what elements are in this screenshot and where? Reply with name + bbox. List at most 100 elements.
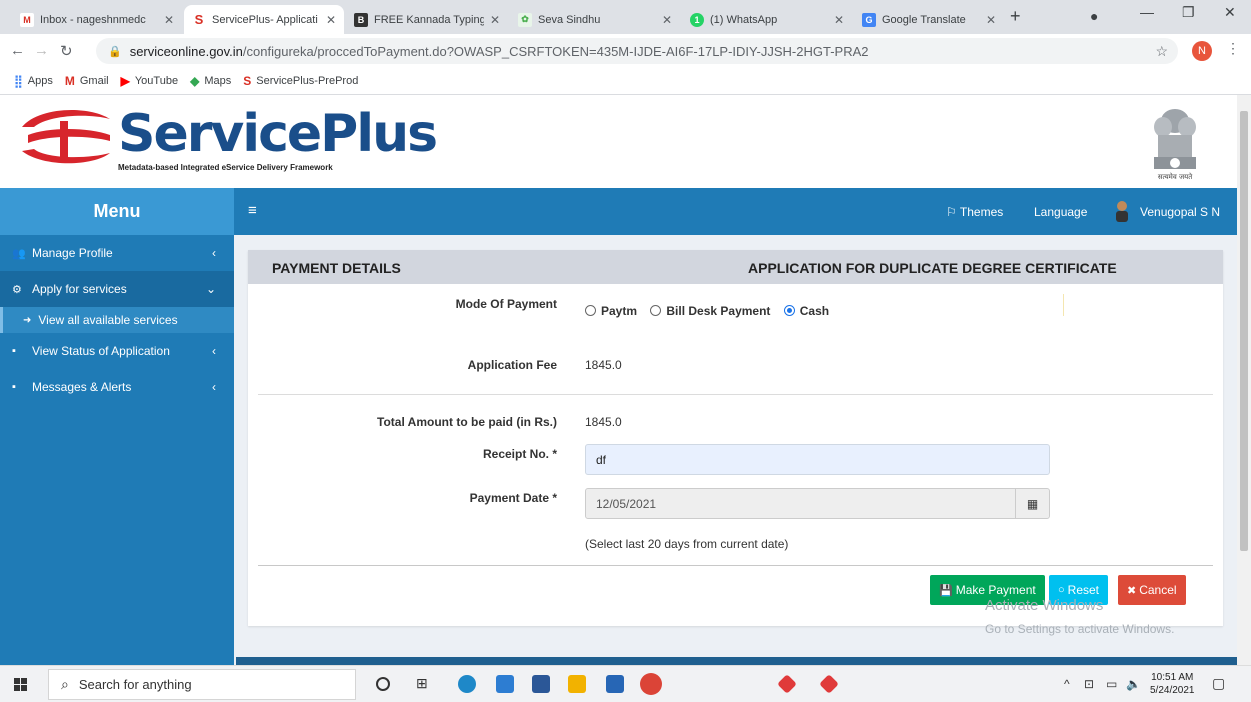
- tab-google-translate[interactable]: G Google Translate ✕: [854, 5, 1004, 34]
- battery-icon[interactable]: ▭: [1106, 677, 1117, 691]
- sidebar-item-view-all-services[interactable]: ➜ View all available services: [0, 307, 234, 333]
- hamburger-menu-icon[interactable]: ≡: [248, 202, 257, 219]
- volume-icon[interactable]: 🔈: [1126, 677, 1141, 691]
- bill-desk-radio[interactable]: [650, 305, 662, 317]
- gmail-icon: M: [64, 74, 75, 88]
- user-menu[interactable]: Venugopal S N: [1140, 205, 1220, 219]
- browser-toolbar: ← → ↻ 🔒 serviceonline.gov.in/configureka…: [0, 34, 1251, 68]
- payment-date-input[interactable]: 12/05/2021 ▦: [585, 488, 1050, 519]
- forward-arrow-icon[interactable]: →: [34, 42, 49, 59]
- task-view-icon[interactable]: ⊞: [416, 675, 428, 692]
- receipt-no-input[interactable]: df: [585, 444, 1050, 475]
- cortana-icon[interactable]: [376, 677, 390, 691]
- bookmark-maps[interactable]: ◆ Maps: [190, 74, 231, 88]
- application-fee-value: 1845.0: [585, 358, 622, 372]
- calendar-icon[interactable]: ▦: [1015, 489, 1049, 518]
- mode-of-payment-options: Paytm Bill Desk Payment Cash: [585, 303, 839, 318]
- lock-icon: 🔒: [108, 45, 122, 58]
- close-tab-icon[interactable]: ✕: [834, 13, 844, 27]
- taskbar-search-box[interactable]: ⌕ Search for anything: [48, 669, 356, 700]
- address-bar[interactable]: 🔒 serviceonline.gov.in/configureka/procc…: [96, 38, 1178, 64]
- receipt-no-label: Receipt No. *: [482, 447, 557, 461]
- windows-taskbar: ⌕ Search for anything ⊞ ^ ⊡ ▭ 🔈 10:51 AM…: [0, 665, 1251, 702]
- tab-inbox[interactable]: M Inbox - nageshnmedc ✕: [12, 5, 182, 34]
- close-tab-icon[interactable]: ✕: [662, 13, 672, 27]
- bill-desk-label: Bill Desk Payment: [666, 303, 771, 318]
- gears-icon: ⚙: [12, 283, 22, 296]
- edge-icon[interactable]: [458, 675, 476, 693]
- windows-start-icon[interactable]: [14, 678, 28, 692]
- system-clock[interactable]: 10:51 AM 5/24/2021: [1150, 671, 1195, 697]
- bookmark-gmail[interactable]: M Gmail: [65, 74, 109, 88]
- sidebar-item-view-status[interactable]: ▪ View Status of Application ‹: [0, 333, 234, 369]
- store-icon[interactable]: [606, 675, 624, 693]
- serviceplus-icon: S: [194, 12, 204, 27]
- cash-radio[interactable]: [783, 305, 795, 317]
- url-host: serviceonline.gov.in: [129, 43, 243, 59]
- tab-serviceplus[interactable]: S ServicePlus- Applicati ✕: [184, 5, 344, 34]
- payment-date-hint: (Select last 20 days from current date): [585, 537, 789, 551]
- bookmark-star-icon[interactable]: ☆: [1155, 43, 1168, 60]
- profile-avatar[interactable]: N: [1192, 41, 1212, 61]
- sidebar-item-label: Messages & Alerts: [32, 380, 132, 394]
- browser-tab-strip: M Inbox - nageshnmedc ✕ S ServicePlus- A…: [0, 0, 1251, 34]
- panel-title-right: APPLICATION FOR DUPLICATE DEGREE CERTIFI…: [748, 260, 1117, 276]
- bookmark-apps[interactable]: ⣿ Apps: [14, 74, 53, 88]
- bookmark-label: Maps: [204, 75, 232, 87]
- mail-icon[interactable]: [496, 675, 514, 693]
- tab-whatsapp[interactable]: 1 (1) WhatsApp ✕: [682, 5, 852, 34]
- new-tab-button[interactable]: +: [1010, 6, 1021, 27]
- maximize-icon[interactable]: ❐: [1182, 4, 1195, 21]
- reload-icon[interactable]: ↻: [60, 42, 73, 60]
- bookmark-label: Gmail: [79, 75, 109, 87]
- themes-link[interactable]: ⚐ Themes: [946, 205, 1003, 219]
- tab-search-icon[interactable]: ●: [1090, 8, 1098, 24]
- payment-panel: PAYMENT DETAILS APPLICATION FOR DUPLICAT…: [248, 250, 1223, 626]
- close-tab-icon[interactable]: ✕: [164, 13, 174, 27]
- search-icon: ⌕: [61, 676, 69, 692]
- clock-date: 5/24/2021: [1150, 685, 1195, 696]
- close-tab-icon[interactable]: ✕: [326, 13, 336, 27]
- close-tab-icon[interactable]: ✕: [986, 13, 996, 27]
- language-link[interactable]: Language: [1034, 205, 1087, 219]
- minimize-icon[interactable]: —: [1140, 4, 1154, 20]
- bookmark-youtube[interactable]: ▶ YouTube: [121, 74, 178, 88]
- themes-label: Themes: [959, 205, 1004, 219]
- app-diamond-icon[interactable]: [819, 674, 839, 694]
- notifications-icon[interactable]: ▢: [1212, 675, 1225, 692]
- network-icon[interactable]: ⊡: [1084, 677, 1094, 691]
- close-tab-icon[interactable]: ✕: [490, 13, 500, 27]
- sidebar-item-messages-alerts[interactable]: ▪ Messages & Alerts ‹: [0, 369, 234, 405]
- sidebar-item-apply-for-services[interactable]: ⚙ Apply for services ⌄: [0, 271, 234, 307]
- file-explorer-icon[interactable]: [568, 675, 586, 693]
- browser-menu-icon[interactable]: ⋮: [1226, 40, 1240, 57]
- paytm-radio[interactable]: [585, 305, 596, 317]
- chrome-icon[interactable]: [640, 673, 662, 695]
- tray-chevron-icon[interactable]: ^: [1064, 677, 1070, 691]
- back-arrow-icon[interactable]: ←: [10, 42, 25, 59]
- activation-watermark-title: Activate Windows: [985, 597, 1104, 614]
- typing-icon: B: [354, 12, 368, 27]
- scrollbar-thumb[interactable]: [1240, 111, 1248, 551]
- save-icon: 💾: [939, 584, 953, 597]
- seva-icon: ✿: [518, 12, 532, 27]
- sidebar-item-label: View Status of Application: [32, 344, 170, 358]
- bookmark-serviceplus[interactable]: S ServicePlus-PreProd: [243, 74, 358, 88]
- tab-seva-sindhu[interactable]: ✿ Seva Sindhu ✕: [510, 5, 680, 34]
- sidebar-item-manage-profile[interactable]: 👥 Manage Profile ‹: [0, 235, 234, 271]
- user-avatar-icon: [1116, 201, 1128, 222]
- close-window-icon[interactable]: ✕: [1224, 4, 1236, 21]
- cancel-button[interactable]: ✖ Cancel: [1118, 575, 1186, 605]
- paytm-label: Paytm: [601, 303, 638, 318]
- bookmark-label: YouTube: [134, 75, 179, 87]
- tab-title: FREE Kannada Typing |: [374, 13, 484, 26]
- panel-header: PAYMENT DETAILS APPLICATION FOR DUPLICAT…: [248, 250, 1223, 284]
- tab-kannada-typing[interactable]: B FREE Kannada Typing | ✕: [346, 5, 508, 34]
- page-scrollbar[interactable]: [1237, 95, 1251, 665]
- app-diamond-icon[interactable]: [777, 674, 797, 694]
- chevron-left-icon: ‹: [212, 380, 216, 394]
- emblem-caption: सत्यमेव जयते: [1158, 172, 1193, 181]
- sidebar-item-label: View all available services: [38, 313, 178, 327]
- word-icon[interactable]: [532, 675, 550, 693]
- payment-date-value: 12/05/2021: [596, 496, 657, 511]
